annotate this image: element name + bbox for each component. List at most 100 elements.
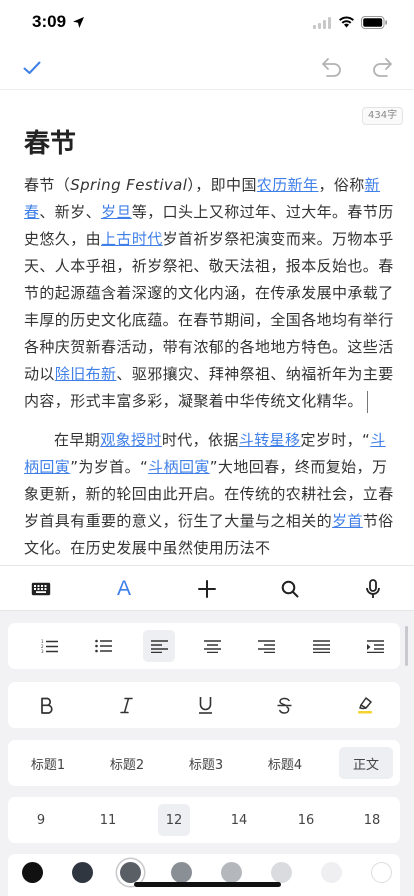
keyboard-button[interactable] (28, 576, 54, 602)
svg-text:3: 3 (41, 649, 44, 653)
voice-input-button[interactable] (360, 576, 386, 602)
paragraph[interactable]: 春节（Spring Festival），即中国农历新年，俗称新春、新岁、岁旦等，… (24, 172, 394, 415)
text-format-icon: A (116, 577, 131, 600)
paragraph[interactable]: 在早期观象授时时代，依据斗转星移定岁时，“斗柄回寅”为岁首。“斗柄回寅”大地回春… (24, 427, 394, 562)
text-cursor (366, 390, 368, 413)
color-swatch[interactable] (22, 862, 43, 883)
keyboard-icon (31, 582, 51, 596)
text-run: 岁首祈岁祭祀演变而来。万物本乎天、人本乎祖，祈岁祭祀、敬天法祖，报本反始也。春节… (24, 230, 394, 383)
text-run: 在早期 (54, 431, 101, 449)
link-chujiu-buxin[interactable]: 除旧布新 (55, 365, 117, 383)
heading-1-option[interactable]: 标题1 (22, 740, 74, 786)
text-format-button[interactable]: A (111, 576, 137, 602)
battery-icon (361, 16, 387, 29)
color-swatch[interactable] (371, 862, 392, 883)
link-suidan[interactable]: 岁旦 (101, 203, 132, 221)
highlight-button[interactable] (345, 682, 385, 728)
align-left-icon (150, 639, 168, 653)
done-button[interactable] (20, 56, 44, 80)
wifi-icon (339, 16, 354, 28)
text-run: 春节（ (24, 176, 71, 194)
heading-2-option[interactable]: 标题2 (101, 740, 153, 786)
text-run: 定岁时，“ (300, 431, 371, 449)
text-run: 时代，依据 (161, 431, 239, 449)
link-suishou[interactable]: 岁首 (332, 512, 363, 530)
heading-2-label: 标题2 (109, 757, 145, 773)
font-size-label: 16 (297, 812, 315, 828)
redo-button[interactable] (370, 54, 396, 80)
heading-3-label: 标题3 (188, 757, 224, 773)
color-swatch[interactable] (271, 862, 292, 883)
heading-style-row: 标题1 标题2 标题3 标题4 正文 (8, 740, 400, 786)
bullet-list-button[interactable] (84, 623, 124, 669)
font-size-label: 11 (99, 812, 117, 828)
align-left-button[interactable] (143, 630, 175, 662)
link-ancient-times[interactable]: 上古时代 (101, 230, 163, 248)
font-size-option[interactable]: 18 (356, 797, 388, 843)
heading-3-option[interactable]: 标题3 (180, 740, 232, 786)
paragraph-format-row: 123 (8, 623, 400, 669)
font-size-option[interactable]: 9 (25, 797, 57, 843)
ordered-list-button[interactable]: 123 (30, 623, 70, 669)
undo-icon (322, 58, 341, 77)
text-run: ），即中国 (187, 176, 257, 194)
insert-button[interactable] (194, 576, 220, 602)
strikethrough-button[interactable] (264, 682, 304, 728)
font-size-option[interactable]: 16 (290, 797, 322, 843)
color-swatch[interactable] (171, 862, 192, 883)
font-size-option-selected[interactable]: 12 (158, 804, 190, 836)
link-lunar-new-year[interactable]: 农历新年 (257, 176, 319, 194)
body-text-label: 正文 (352, 757, 379, 773)
location-arrow-icon (73, 17, 84, 28)
panel-scrollbar[interactable] (405, 626, 408, 666)
bottom-toolbar: A (0, 565, 414, 611)
align-right-button[interactable] (246, 623, 286, 669)
home-indicator[interactable] (134, 882, 281, 887)
align-center-button[interactable] (192, 623, 232, 669)
document-title[interactable]: 春节 (24, 123, 76, 160)
italic-button[interactable] (106, 682, 146, 728)
align-justify-icon (312, 639, 330, 653)
italic-icon (119, 697, 133, 713)
bullet-list-icon (95, 639, 112, 653)
underline-button[interactable] (185, 682, 225, 728)
plus-icon (198, 580, 216, 598)
search-button[interactable] (277, 576, 303, 602)
color-swatch[interactable] (321, 862, 342, 883)
color-swatch-selected[interactable] (120, 862, 141, 883)
color-swatch[interactable] (72, 862, 93, 883)
justify-button[interactable] (301, 623, 341, 669)
cellular-signal-icon (313, 17, 331, 29)
font-size-label: 9 (36, 812, 46, 828)
font-size-label: 18 (363, 812, 381, 828)
font-size-label: 14 (230, 812, 248, 828)
heading-4-option[interactable]: 标题4 (259, 740, 311, 786)
strikethrough-icon (277, 697, 291, 714)
status-bar: 3:09 (0, 0, 414, 44)
color-swatch[interactable] (221, 862, 242, 883)
text-style-row (8, 682, 400, 728)
text-run: ，俗称 (318, 176, 365, 194)
bold-button[interactable] (27, 682, 67, 728)
body-text-option[interactable]: 正文 (339, 747, 393, 779)
word-count-badge: 434字 (362, 107, 404, 125)
link-guanxiang-shoushi[interactable]: 观象授时 (100, 431, 162, 449)
undo-button[interactable] (318, 54, 344, 80)
heading-4-label: 标题4 (267, 757, 303, 773)
font-size-label: 12 (165, 812, 183, 828)
document-editor[interactable]: 434字 春节 春节（Spring Festival），即中国农历新年，俗称新春… (0, 91, 414, 565)
link-doubing-huiyin[interactable]: 斗柄回寅 (148, 458, 210, 476)
redo-icon (373, 58, 392, 77)
underline-icon (198, 697, 212, 714)
text-run: 、新岁、 (39, 203, 102, 221)
text-run: ”为岁首。“ (70, 458, 149, 476)
link-douzhuan-xingyi[interactable]: 斗转星移 (239, 431, 301, 449)
font-size-option[interactable]: 11 (92, 797, 124, 843)
indent-icon (366, 639, 384, 653)
indent-button[interactable] (355, 623, 395, 669)
document-body[interactable]: 春节（Spring Festival），即中国农历新年，俗称新春、新岁、岁旦等，… (24, 172, 394, 562)
search-icon (281, 580, 299, 598)
microphone-icon (366, 579, 380, 598)
status-time: 3:09 (32, 12, 67, 31)
font-size-option[interactable]: 14 (223, 797, 255, 843)
